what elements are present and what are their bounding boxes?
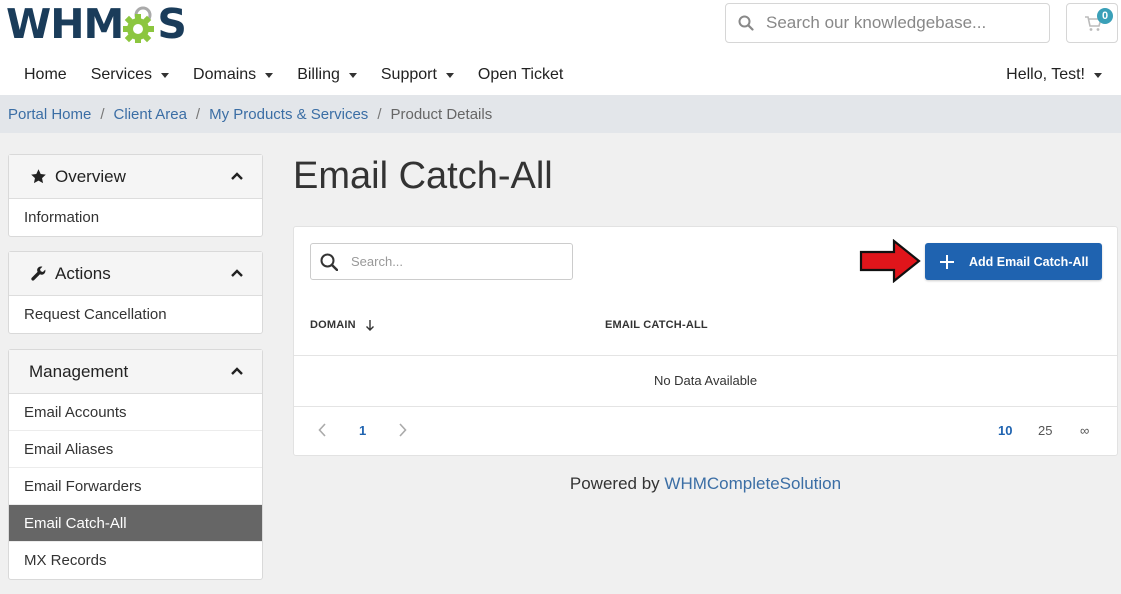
sidebar-panel-management: Management Email Accounts Email Aliases … xyxy=(8,349,263,580)
main-nav: Home Services Domains Billing Support Op… xyxy=(12,56,575,94)
red-arrow-annotation-icon xyxy=(859,239,921,283)
caret-down-icon xyxy=(161,72,170,78)
add-email-catch-all-button[interactable]: Add Email Catch-All xyxy=(925,243,1102,280)
column-header-domain[interactable]: DOMAIN xyxy=(310,319,375,331)
gear-logo-icon xyxy=(121,4,159,44)
footer-prefix: Powered by xyxy=(569,474,660,493)
breadcrumb-client-area[interactable]: Client Area xyxy=(114,106,187,123)
caret-down-icon xyxy=(348,72,357,78)
nav-support[interactable]: Support xyxy=(369,66,466,84)
sidebar-item-email-catch-all[interactable]: Email Catch-All xyxy=(9,505,262,542)
chevron-right-icon xyxy=(399,423,407,437)
whmcs-logo[interactable]: WHM S xyxy=(6,0,187,48)
sidebar-item-mx-records[interactable]: MX Records xyxy=(9,542,262,579)
sidebar-panel-overview: Overview Information xyxy=(8,154,263,237)
search-icon xyxy=(311,253,347,271)
sidebar-panel-actions: Actions Request Cancellation xyxy=(8,251,263,334)
sidebar-item-email-forwarders[interactable]: Email Forwarders xyxy=(9,468,262,505)
user-menu[interactable]: Hello, Test! xyxy=(1006,56,1102,94)
logo-text-right: S xyxy=(157,0,187,48)
breadcrumb-current: Product Details xyxy=(390,105,493,123)
plus-icon xyxy=(925,254,969,270)
page-size-10[interactable]: 10 xyxy=(998,423,1012,438)
sidebar-item-email-accounts[interactable]: Email Accounts xyxy=(9,394,262,431)
page-size-all[interactable]: ∞ xyxy=(1080,423,1089,438)
nav-billing[interactable]: Billing xyxy=(285,66,369,84)
sidebar-item-request-cancellation[interactable]: Request Cancellation xyxy=(9,296,262,333)
breadcrumb-my-products[interactable]: My Products & Services xyxy=(209,106,368,123)
page-title: Email Catch-All xyxy=(293,155,553,197)
chevron-up-icon[interactable] xyxy=(230,363,244,383)
footer-whmcs-link[interactable]: WHMCompleteSolution xyxy=(664,474,841,493)
chevron-left-icon xyxy=(318,423,326,437)
catch-all-table-card: Add Email Catch-All DOMAIN EMAIL CATCH-A… xyxy=(293,226,1118,456)
column-header-email-catch-all[interactable]: EMAIL CATCH-ALL xyxy=(605,319,708,331)
chevron-up-icon[interactable] xyxy=(230,168,244,188)
pagination-next-button[interactable] xyxy=(398,423,407,440)
empty-state-text: No Data Available xyxy=(653,373,758,388)
panel-header-overview[interactable]: Overview xyxy=(9,155,262,199)
nav-domains[interactable]: Domains xyxy=(181,66,285,84)
star-icon xyxy=(29,168,47,186)
breadcrumb-portal-home[interactable]: Portal Home xyxy=(8,106,91,123)
chevron-up-icon[interactable] xyxy=(230,265,244,285)
caret-down-icon xyxy=(265,72,274,78)
header: WHM S Search our knowledgebase... 0 Home… xyxy=(0,0,1121,95)
knowledgebase-search-input[interactable] xyxy=(766,13,1036,33)
wrench-icon xyxy=(29,265,47,283)
panel-header-management[interactable]: Management xyxy=(9,350,262,394)
footer: Powered by WHMCompleteSolution xyxy=(293,474,1118,494)
sidebar-item-email-aliases[interactable]: Email Aliases xyxy=(9,431,262,468)
nav-services[interactable]: Services xyxy=(79,66,181,84)
cart-button[interactable]: 0 xyxy=(1066,3,1118,43)
caret-down-icon xyxy=(445,72,454,78)
table-search[interactable] xyxy=(310,243,573,280)
table-header-divider xyxy=(294,355,1117,356)
panel-header-actions[interactable]: Actions xyxy=(9,252,262,296)
breadcrumb: Portal Home / Client Area / My Products … xyxy=(0,95,1121,133)
table-footer-divider xyxy=(294,406,1117,407)
sidebar-item-information[interactable]: Information xyxy=(9,199,262,236)
table-search-input[interactable] xyxy=(351,254,561,269)
user-greeting: Hello, Test! xyxy=(1006,66,1085,83)
nav-open-ticket[interactable]: Open Ticket xyxy=(466,66,575,84)
sort-down-icon xyxy=(365,320,374,331)
logo-text-left: WHM xyxy=(6,0,124,48)
search-icon xyxy=(726,15,766,31)
pagination-prev-button[interactable] xyxy=(318,423,327,440)
page-size-25[interactable]: 25 xyxy=(1038,423,1052,438)
knowledgebase-search[interactable] xyxy=(725,3,1050,43)
caret-down-icon xyxy=(1094,72,1102,78)
pagination-page-1[interactable]: 1 xyxy=(359,423,366,438)
nav-home[interactable]: Home xyxy=(12,66,79,84)
cart-count-badge: 0 xyxy=(1097,8,1113,24)
